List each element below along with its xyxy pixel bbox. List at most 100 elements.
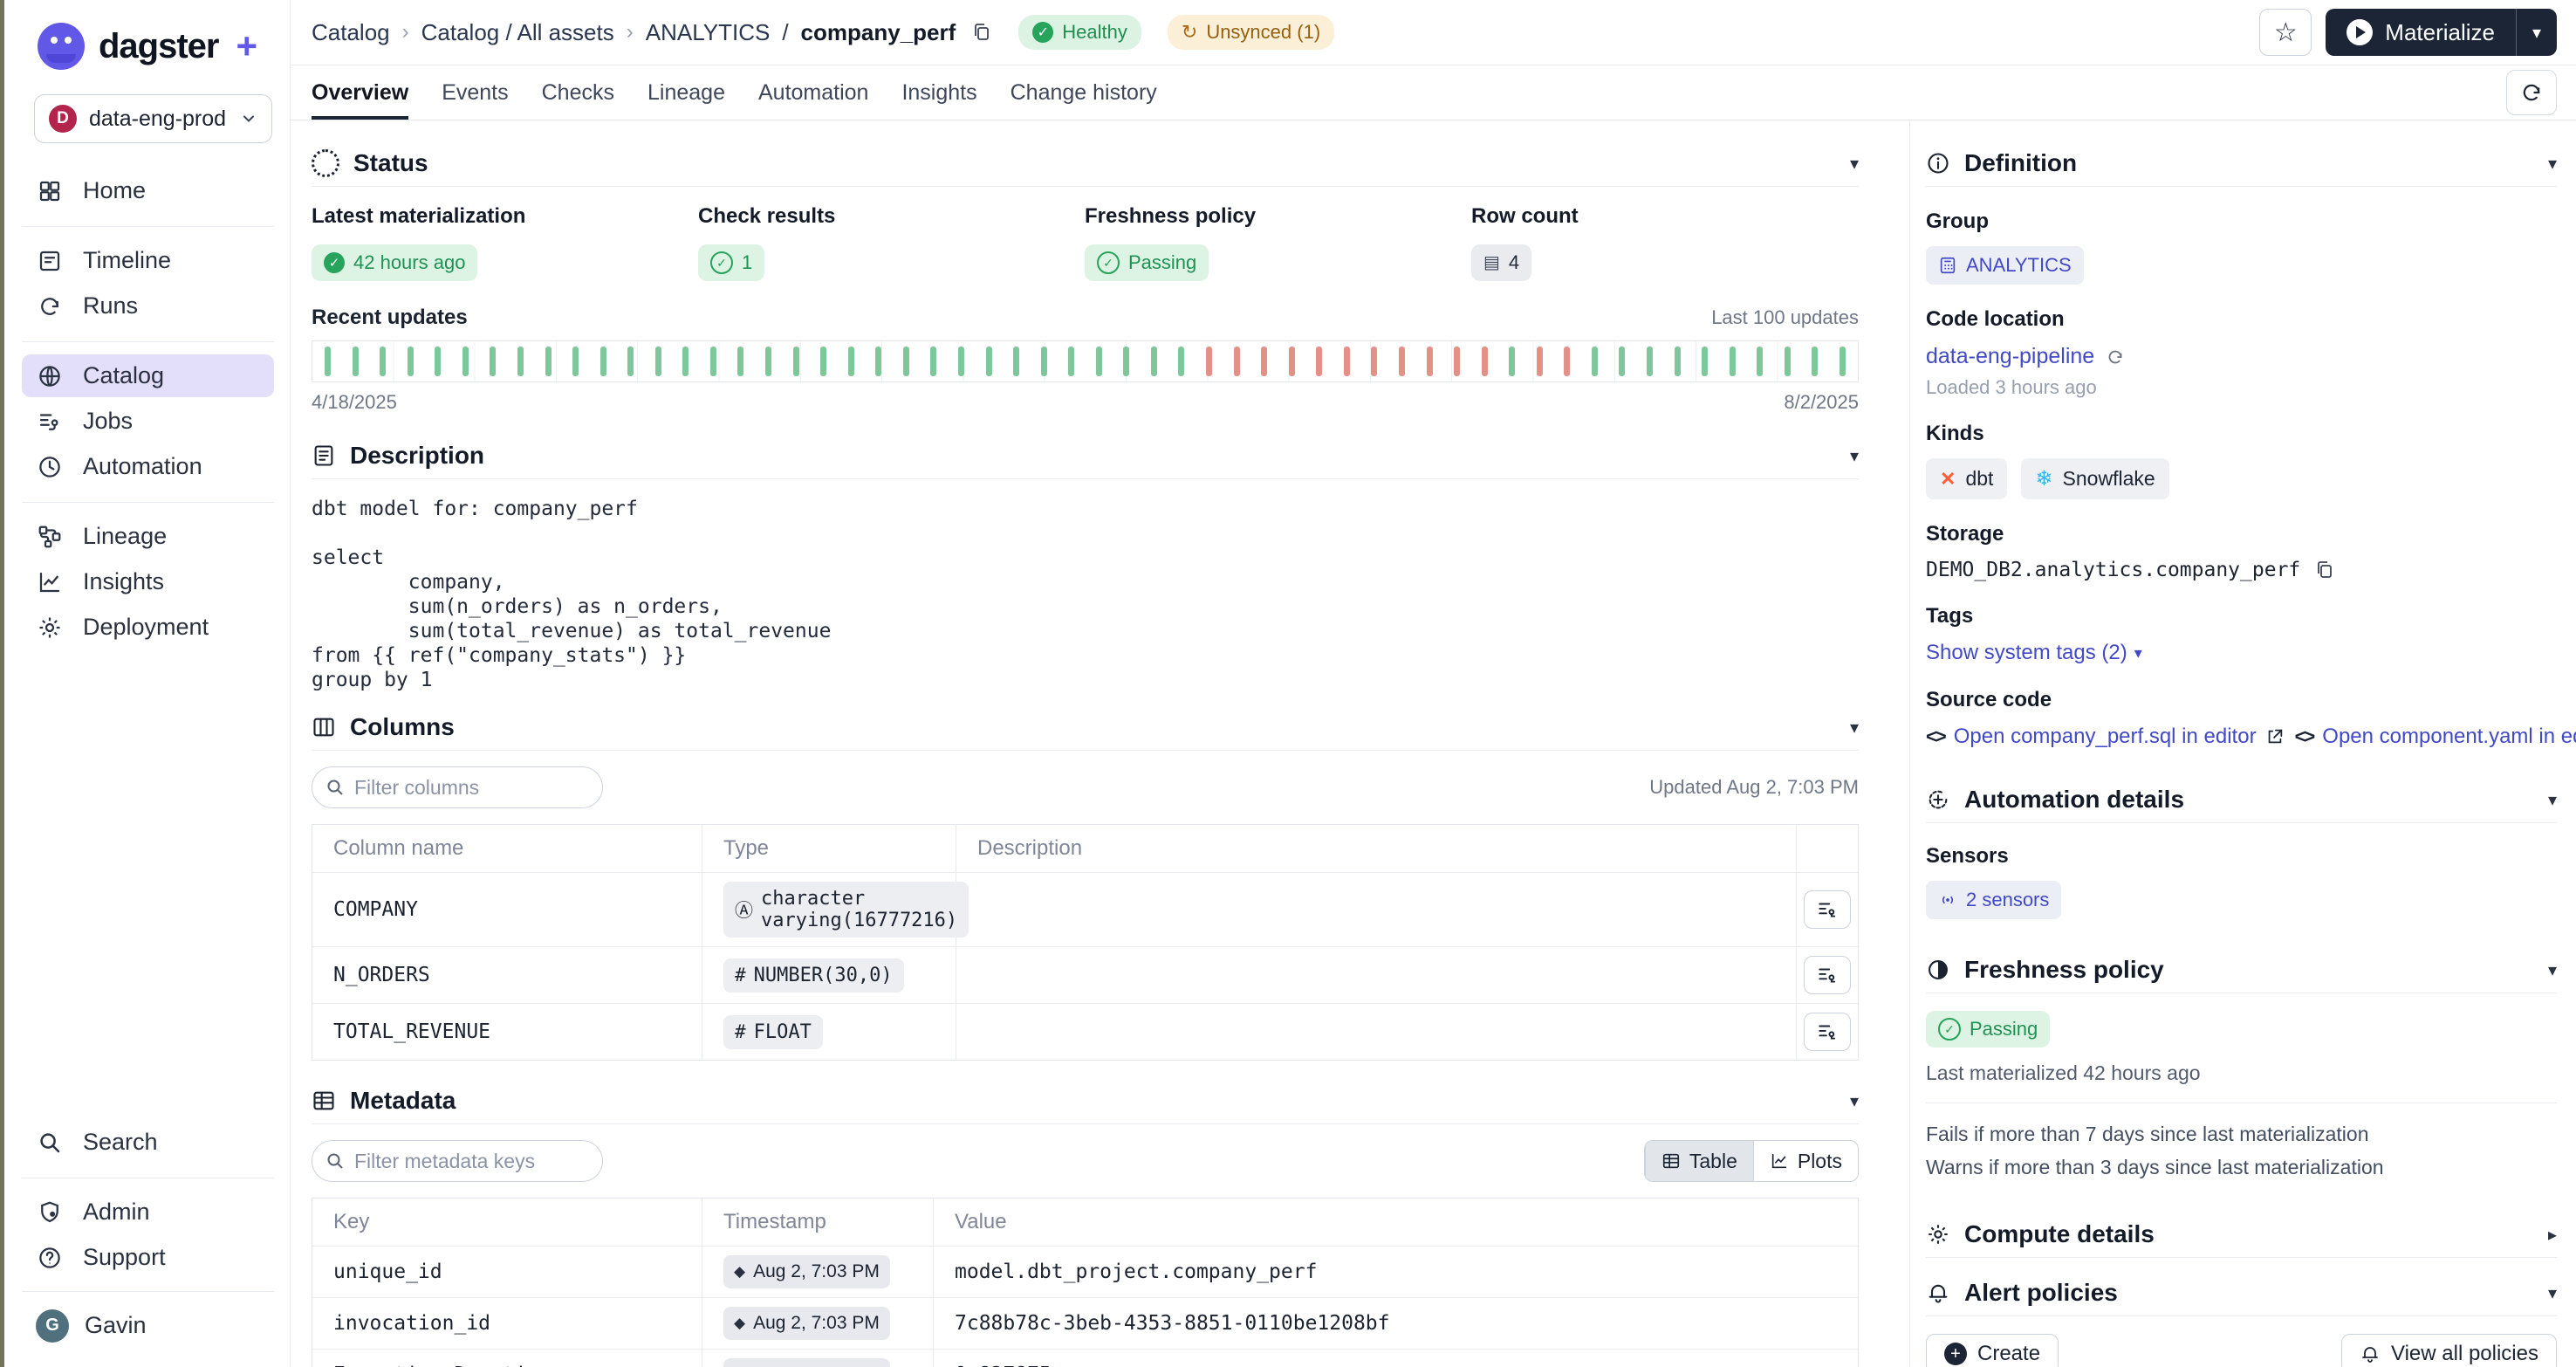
update-bar[interactable] (1812, 347, 1818, 376)
expand-chevron-icon[interactable]: ▸ (2548, 1224, 2557, 1246)
collapse-chevron-icon[interactable]: ▾ (1850, 717, 1859, 738)
update-bar[interactable] (1564, 347, 1570, 376)
update-bar[interactable] (627, 347, 634, 376)
refresh-button[interactable] (2506, 70, 2557, 115)
deployment-selector[interactable]: D data-eng-prod (34, 94, 272, 143)
update-bar[interactable] (1041, 347, 1047, 376)
update-bar[interactable] (710, 347, 716, 376)
breadcrumb-root[interactable]: Catalog (312, 19, 390, 46)
update-bar[interactable] (848, 347, 854, 376)
open-in-editor-link[interactable]: Open component.yaml in editor (2322, 725, 2576, 749)
update-bar[interactable] (1399, 347, 1405, 376)
stat-value-badge[interactable]: ✓ 1 (698, 244, 764, 281)
stat-value-badge[interactable]: ▤ 4 (1471, 244, 1531, 281)
materialize-dropdown-button[interactable]: ▾ (2516, 9, 2557, 56)
copy-icon[interactable] (971, 22, 992, 43)
update-bar[interactable] (1619, 347, 1625, 376)
update-bar[interactable] (353, 347, 359, 376)
collapse-chevron-icon[interactable]: ▾ (1850, 445, 1859, 467)
reload-icon[interactable] (2105, 347, 2126, 368)
update-bar[interactable] (490, 347, 496, 376)
update-bar[interactable] (1234, 347, 1240, 376)
update-bar[interactable] (820, 347, 826, 376)
kind-badge[interactable]: ❄ Snowflake (2021, 458, 2168, 499)
update-bar[interactable] (380, 347, 386, 376)
collapse-chevron-icon[interactable]: ▾ (2548, 1282, 2557, 1304)
update-bar[interactable] (655, 347, 661, 376)
update-bar[interactable] (1068, 347, 1074, 376)
update-bar[interactable] (1840, 347, 1846, 376)
update-bar[interactable] (1537, 347, 1543, 376)
sidebar-item[interactable]: Deployment (22, 606, 274, 649)
tab[interactable]: Change history (1011, 65, 1157, 120)
view-toggle-segment[interactable]: Table (1645, 1141, 1753, 1181)
update-bar[interactable] (1647, 347, 1653, 376)
update-bar[interactable] (545, 347, 552, 376)
sidebar-item[interactable]: Runs (22, 285, 274, 327)
sidebar-item[interactable]: Search (22, 1121, 274, 1164)
sidebar-item[interactable]: Insights (22, 560, 274, 603)
update-bar[interactable] (1454, 347, 1460, 376)
collapse-chevron-icon[interactable]: ▾ (2548, 153, 2557, 175)
sidebar-item[interactable]: Support (22, 1236, 274, 1279)
timestamp-badge[interactable]: ◆ Aug 2, 7:03 PM (723, 1255, 890, 1288)
filter-metadata-input[interactable] (312, 1141, 602, 1181)
code-location-link[interactable]: data-eng-pipeline (1926, 344, 2094, 369)
update-bar[interactable] (930, 347, 936, 376)
update-bar[interactable] (1013, 347, 1019, 376)
update-bar[interactable] (1206, 347, 1212, 376)
collapse-chevron-icon[interactable]: ▾ (2548, 789, 2557, 811)
sidebar-item[interactable]: Jobs (22, 400, 274, 443)
stat-value-badge[interactable]: ✓ 42 hours ago (312, 244, 477, 281)
update-bar[interactable] (435, 347, 441, 376)
update-bar[interactable] (682, 347, 689, 376)
collapse-chevron-icon[interactable]: ▾ (1850, 153, 1859, 175)
sidebar-item[interactable]: Automation (22, 445, 274, 488)
sidebar-item[interactable]: Timeline (22, 239, 274, 282)
update-bar[interactable] (325, 347, 331, 376)
update-bar[interactable] (1096, 347, 1102, 376)
tab[interactable]: Lineage (647, 65, 725, 120)
update-bar[interactable] (1730, 347, 1736, 376)
update-bar[interactable] (1592, 347, 1598, 376)
tab[interactable]: Automation (758, 65, 868, 120)
update-bar[interactable] (1702, 347, 1708, 376)
view-all-policies-button[interactable]: View all policies (2341, 1334, 2557, 1367)
update-bar[interactable] (600, 347, 606, 376)
group-badge[interactable]: ANALYTICS (1926, 246, 2084, 285)
view-toggle-segment[interactable]: Plots (1753, 1141, 1858, 1181)
update-bar[interactable] (1289, 347, 1295, 376)
collapse-chevron-icon[interactable]: ▾ (1850, 1090, 1859, 1112)
create-alert-button[interactable]: + Create (1926, 1334, 2059, 1367)
sidebar-item[interactable]: Home (22, 169, 274, 212)
favorite-button[interactable]: ☆ (2259, 9, 2312, 56)
update-bar[interactable] (1261, 347, 1267, 376)
update-bar[interactable] (986, 347, 992, 376)
update-bar[interactable] (517, 347, 524, 376)
kind-badge[interactable]: ✕ dbt (1926, 458, 2007, 499)
timestamp-badge[interactable]: ◆ Aug 2, 7:03 PM (723, 1307, 890, 1340)
tab[interactable]: Checks (542, 65, 614, 120)
sensors-badge[interactable]: 2 sensors (1926, 881, 2061, 919)
update-bar[interactable] (572, 347, 579, 376)
update-bar[interactable] (462, 347, 469, 376)
tab[interactable]: Insights (901, 65, 976, 120)
tab[interactable]: Overview (312, 65, 408, 120)
show-system-tags-link[interactable]: Show system tags (2) ▾ (1926, 641, 2142, 665)
sidebar-item[interactable]: Admin (22, 1191, 274, 1233)
sidebar-item[interactable]: Catalog (22, 354, 274, 397)
update-bar[interactable] (793, 347, 799, 376)
sidebar-item[interactable]: Lineage (22, 515, 274, 558)
update-bar[interactable] (1482, 347, 1488, 376)
filter-columns-input[interactable] (312, 767, 602, 807)
update-bar[interactable] (1316, 347, 1322, 376)
update-bar[interactable] (1123, 347, 1129, 376)
update-bar[interactable] (875, 347, 881, 376)
collapse-chevron-icon[interactable]: ▾ (2548, 959, 2557, 981)
update-bar[interactable] (1344, 347, 1350, 376)
app-logo[interactable]: dagster + (4, 0, 290, 70)
update-bar[interactable] (958, 347, 964, 376)
update-bar[interactable] (1427, 347, 1433, 376)
column-lineage-button[interactable] (1804, 890, 1851, 929)
copy-icon[interactable] (2314, 560, 2335, 580)
